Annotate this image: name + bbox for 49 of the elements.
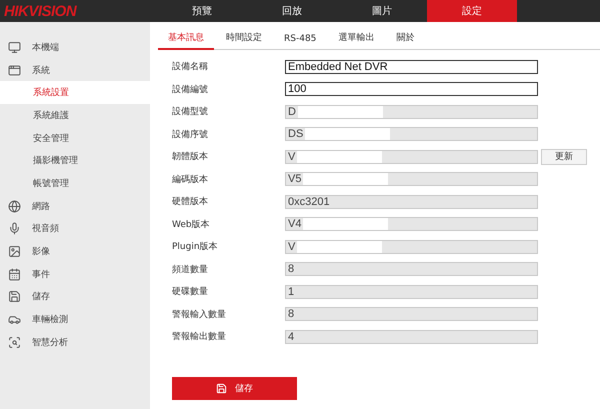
nav-tab[interactable]: 回放: [247, 0, 337, 22]
sidebar-item[interactable]: 車輛檢測: [0, 308, 150, 331]
monitor-icon: [8, 40, 21, 54]
field-label: 設備型號: [172, 106, 209, 118]
nav-tab[interactable]: 設定: [427, 0, 517, 22]
logo: HIKVISION: [3, 2, 78, 22]
tab[interactable]: 基本訊息: [158, 31, 214, 50]
sidebar-item[interactable]: 本機端: [0, 36, 150, 59]
sidebar-subitem[interactable]: 系統設置: [0, 81, 150, 104]
field-label: 頻道數量: [172, 264, 209, 276]
field-label: Plugin版本: [172, 240, 219, 253]
sidebar-item[interactable]: 智慧分析: [0, 330, 150, 354]
sidebar-item[interactable]: 儲存: [0, 286, 150, 308]
tab[interactable]: 時間設定: [216, 31, 272, 50]
search-icon: [8, 336, 21, 349]
field-label: 警報輸入數量: [172, 308, 227, 320]
sidebar-item[interactable]: 系統: [0, 58, 150, 82]
sidebar-item[interactable]: 視音頻: [0, 218, 150, 240]
image-icon: [8, 245, 21, 258]
sidebar-item[interactable]: 事件: [0, 262, 150, 286]
sidebar-subitem[interactable]: 系統維護: [0, 104, 150, 127]
field-label: 編碼版本: [172, 174, 209, 186]
field-label: 韌體版本: [172, 150, 209, 163]
input-field[interactable]: Embedded Net DVR: [285, 60, 538, 74]
field-label: Web版本: [172, 218, 211, 230]
save-button[interactable]: 儲存: [172, 377, 297, 400]
sidebar-subitem[interactable]: 安全管理: [0, 126, 150, 150]
field-label: 設備編號: [172, 84, 209, 96]
sidebar-item[interactable]: 影像: [0, 240, 150, 263]
globe-icon: [8, 200, 21, 213]
tab[interactable]: 關於: [386, 31, 424, 50]
input-field[interactable]: 100: [285, 82, 538, 96]
window-icon: [8, 64, 21, 77]
save-icon: [8, 290, 21, 304]
save-icon: [216, 383, 227, 394]
field-label: 硬碟數量: [172, 286, 209, 298]
sidebar-subitem[interactable]: 攝影機管理: [0, 149, 150, 172]
nav-tab[interactable]: 預覽: [157, 0, 247, 22]
nav-tab[interactable]: 圖片: [337, 0, 427, 22]
field-label: 設備名稱: [172, 60, 209, 73]
sidebar-subitem[interactable]: 帳號管理: [0, 172, 150, 195]
field-label: 警報輸出數量: [172, 330, 227, 343]
field-label: 硬體版本: [172, 196, 209, 208]
calendar-icon: [8, 268, 21, 281]
microphone-icon: [8, 222, 21, 236]
sidebar-item[interactable]: 網路: [0, 194, 150, 218]
field-label: 設備序號: [172, 128, 209, 140]
tab[interactable]: 選單輸出: [328, 31, 384, 50]
tab[interactable]: RS-485: [274, 34, 326, 50]
